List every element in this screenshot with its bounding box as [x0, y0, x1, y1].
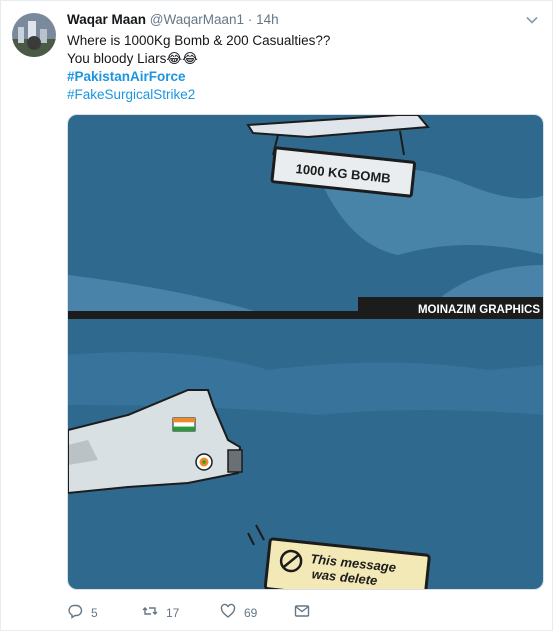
- hashtag-fakesurgicalstrike2[interactable]: #FakeSurgicalStrike2: [67, 86, 537, 104]
- like-count: 69: [244, 605, 258, 620]
- user-handle[interactable]: @WaqarMaan1: [150, 12, 244, 27]
- retweet-button[interactable]: 17: [142, 603, 179, 622]
- tweet-text: Where is 1000Kg Bomb & 200 Casualties?? …: [67, 32, 537, 104]
- tweet-card: Waqar Maan @WaqarMaan1 · 14h Where is 10…: [0, 0, 553, 631]
- avatar[interactable]: [12, 13, 56, 57]
- envelope-icon: [294, 603, 310, 622]
- reply-icon: [67, 603, 83, 622]
- tweet-media-image[interactable]: 1000 KG BOMB MOINAZIM GRAPHICS This mess…: [67, 114, 544, 590]
- tweet-line-2: You bloody Liars😂😂: [67, 51, 198, 66]
- hashtag-pakistanairforce[interactable]: #PakistanAirForce: [67, 68, 537, 86]
- direct-message-button[interactable]: [294, 603, 310, 622]
- retweet-icon: [142, 603, 158, 622]
- watermark-text: MOINAZIM GRAPHICS: [418, 304, 540, 316]
- separator-dot: ·: [247, 12, 253, 27]
- user-name[interactable]: Waqar Maan: [67, 12, 146, 27]
- reply-count: 5: [91, 605, 98, 620]
- tweet-line-1: Where is 1000Kg Bomb & 200 Casualties??: [67, 33, 331, 48]
- heart-icon: [220, 603, 236, 622]
- chevron-down-icon[interactable]: [526, 13, 538, 25]
- retweet-count: 17: [166, 605, 180, 620]
- reply-button[interactable]: 5: [67, 603, 98, 622]
- tweet-header: Waqar Maan @WaqarMaan1 · 14h: [67, 12, 279, 27]
- timestamp[interactable]: 14h: [256, 12, 279, 27]
- tweet-actions: 5 17 69: [67, 603, 537, 623]
- like-button[interactable]: 69: [220, 603, 257, 622]
